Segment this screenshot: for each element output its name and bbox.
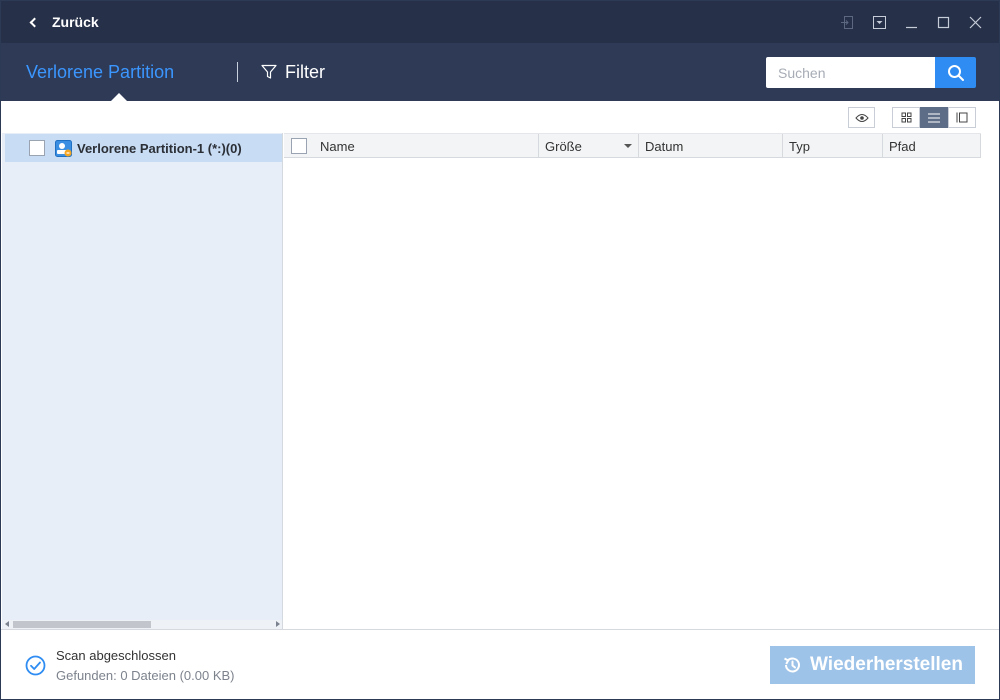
tree-item[interactable]: Verlorene Partition-1 (*:)(0) (5, 134, 282, 162)
chevron-left-icon (29, 17, 40, 27)
tree-item-checkbox[interactable] (29, 140, 45, 156)
column-type-label: Typ (789, 138, 810, 154)
search-icon (947, 64, 964, 81)
column-name-label: Name (320, 138, 355, 154)
grid-view-icon (901, 112, 911, 123)
filter-icon (261, 64, 277, 79)
preview-button[interactable] (848, 107, 875, 128)
back-label: Zurück (52, 14, 99, 30)
filter-button[interactable]: Filter (261, 43, 325, 101)
check-circle-icon (25, 655, 46, 676)
restore-icon (784, 657, 801, 673)
scan-status-summary: Gefunden: 0 Dateien (0.00 KB) (56, 668, 235, 683)
dropdown-menu-icon[interactable] (863, 1, 895, 43)
maximize-icon[interactable] (927, 1, 959, 43)
detail-view-button[interactable] (948, 107, 976, 128)
list-view-button[interactable] (920, 107, 948, 128)
column-size[interactable]: Größe (539, 134, 639, 158)
titlebar: Zurück (1, 1, 999, 43)
sort-down-icon (624, 144, 632, 148)
column-path-label: Pfad (889, 138, 916, 154)
scroll-right-icon[interactable] (276, 621, 280, 627)
app-window: Zurück Verlorene Partition Filter Suchen… (0, 0, 1000, 700)
active-tab-indicator (111, 93, 127, 101)
filter-label: Filter (285, 61, 325, 82)
file-list: Name Größe Datum Typ Pfad (284, 133, 981, 629)
exit-icon[interactable] (831, 1, 863, 43)
status-footer: Scan abgeschlossen Gefunden: 0 Dateien (… (1, 629, 999, 699)
list-view-icon (928, 113, 940, 122)
header-divider (237, 62, 238, 82)
view-toolbar (1, 101, 999, 133)
grid-view-button[interactable] (892, 107, 920, 128)
search-button[interactable] (935, 57, 976, 88)
header: Verlorene Partition Filter (1, 43, 999, 101)
restore-label: Wiederherstellen (810, 654, 963, 675)
column-date-label: Datum (645, 138, 684, 154)
partition-icon (55, 139, 72, 157)
window-controls (831, 1, 991, 43)
preview-icon (854, 113, 869, 122)
search-input[interactable] (766, 57, 935, 88)
column-name[interactable]: Name (314, 134, 539, 158)
tab-verlorene-partition[interactable]: Verlorene Partition (26, 43, 174, 101)
close-icon[interactable] (959, 1, 991, 43)
minimize-icon[interactable] (895, 1, 927, 43)
scrollbar-thumb[interactable] (13, 621, 151, 628)
restore-button[interactable]: Wiederherstellen (770, 646, 975, 684)
detail-view-icon (956, 112, 968, 123)
tree-item-label: Verlorene Partition-1 (*:)(0) (77, 140, 242, 156)
back-button[interactable]: Zurück (1, 1, 99, 43)
scroll-left-icon[interactable] (5, 621, 9, 627)
column-size-label: Größe (545, 138, 582, 154)
select-all-checkbox[interactable] (291, 138, 307, 154)
column-date[interactable]: Datum (639, 134, 783, 158)
tree-horizontal-scrollbar[interactable] (3, 620, 282, 629)
partition-tree: Verlorene Partition-1 (*:)(0) (2, 133, 283, 629)
select-all-cell (284, 134, 314, 158)
column-path[interactable]: Pfad (883, 134, 981, 158)
scan-status-title: Scan abgeschlossen (56, 648, 176, 663)
file-list-header: Name Größe Datum Typ Pfad (284, 133, 981, 158)
column-type[interactable]: Typ (783, 134, 883, 158)
